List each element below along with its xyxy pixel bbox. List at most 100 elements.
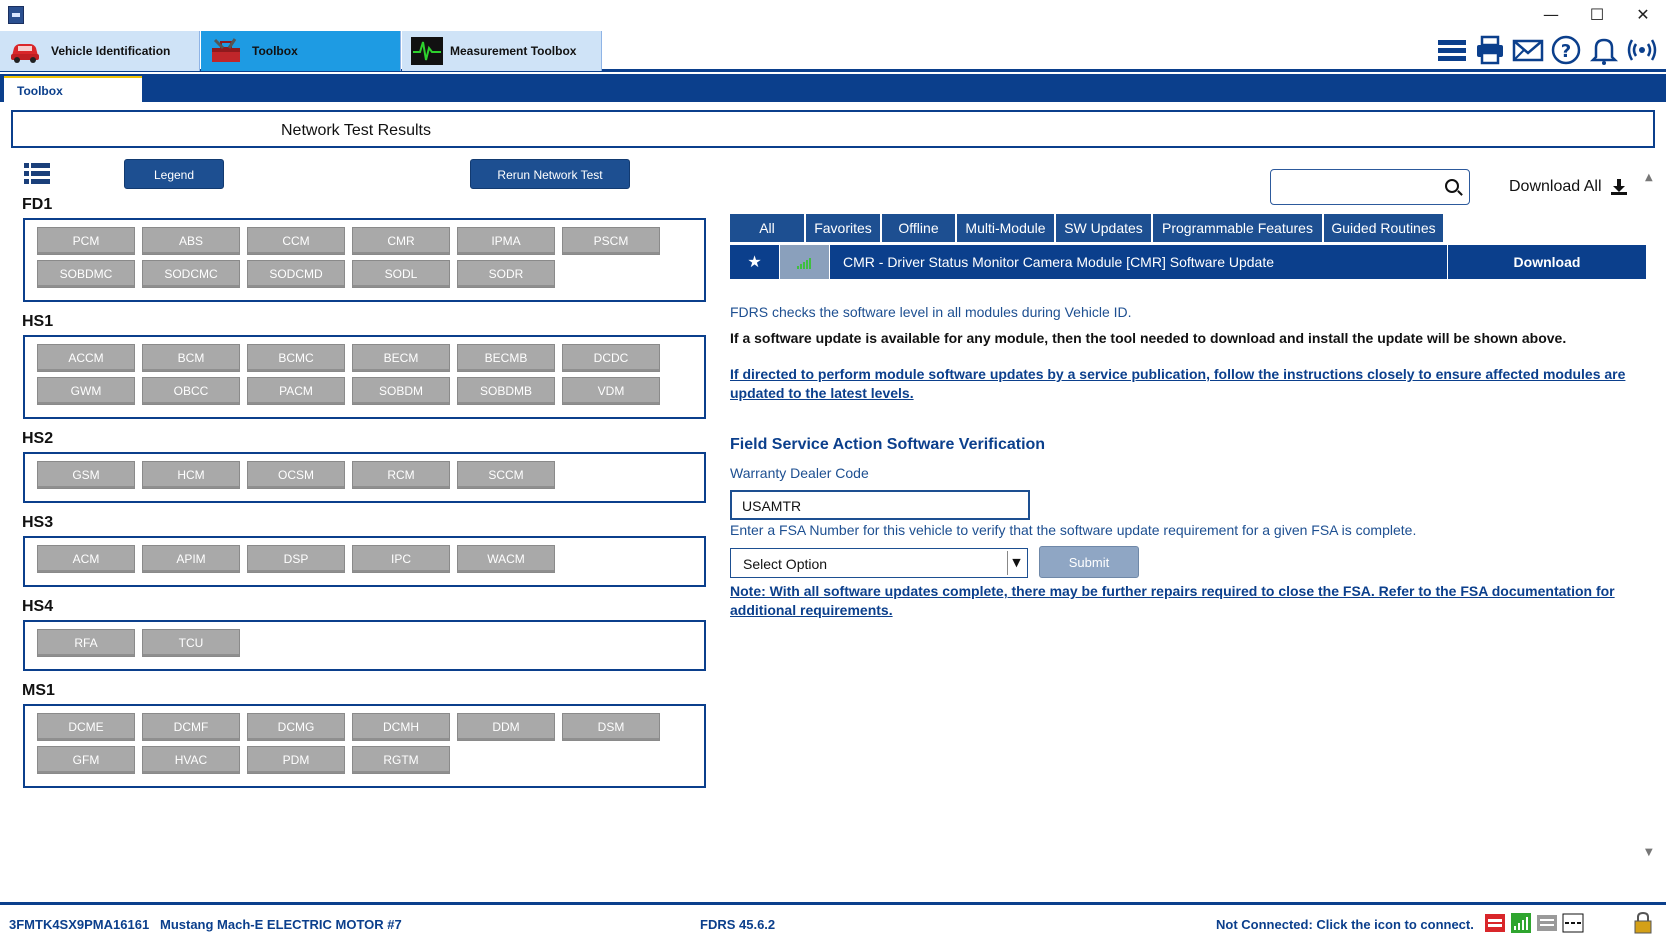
tab-measurement-toolbox[interactable]: Measurement Toolbox: [402, 31, 602, 71]
module-button-cmr[interactable]: CMR: [352, 227, 450, 255]
legend-button[interactable]: Legend: [124, 159, 224, 189]
module-button-dcmh[interactable]: DCMH: [352, 713, 450, 741]
module-button-ccm[interactable]: CCM: [247, 227, 345, 255]
menu-icon[interactable]: [1436, 34, 1468, 66]
fsa-note-link[interactable]: Note: With all software updates complete…: [730, 582, 1640, 620]
result-row[interactable]: ★ CMR - Driver Status Monitor Camera Mod…: [730, 245, 1646, 279]
module-button-obcc[interactable]: OBCC: [142, 377, 240, 405]
module-button-gwm[interactable]: GWM: [37, 377, 135, 405]
filter-tab-favorites[interactable]: Favorites: [806, 214, 881, 242]
module-button-dcmf[interactable]: DCMF: [142, 713, 240, 741]
bell-icon[interactable]: [1588, 34, 1620, 66]
module-button-gfm[interactable]: GFM: [37, 746, 135, 774]
vci-icon[interactable]: [1484, 911, 1506, 935]
module-button-gsm[interactable]: GSM: [37, 461, 135, 489]
app-icon: [8, 6, 24, 24]
module-button-dcmg[interactable]: DCMG: [247, 713, 345, 741]
module-button-hvac[interactable]: HVAC: [142, 746, 240, 774]
help-icon[interactable]: ?: [1550, 34, 1582, 66]
download-icon[interactable]: [1610, 178, 1628, 196]
filter-tab-offline[interactable]: Offline: [882, 214, 956, 242]
result-download-button[interactable]: Download: [1447, 245, 1646, 279]
scroll-up-icon[interactable]: ▲: [1645, 172, 1653, 183]
module-button-dsp[interactable]: DSP: [247, 545, 345, 573]
module-button-apim[interactable]: APIM: [142, 545, 240, 573]
module-button-pacm[interactable]: PACM: [247, 377, 345, 405]
scroll-down-icon[interactable]: ▼: [1645, 847, 1653, 858]
module-button-vdm[interactable]: VDM: [562, 377, 660, 405]
module-button-ddm[interactable]: DDM: [457, 713, 555, 741]
module-button-tcu[interactable]: TCU: [142, 629, 240, 657]
module-button-pdm[interactable]: PDM: [247, 746, 345, 774]
fsa-instruction: Enter a FSA Number for this vehicle to v…: [730, 522, 1417, 538]
submit-button[interactable]: Submit: [1039, 546, 1139, 578]
module-button-becmb[interactable]: BECMB: [457, 344, 555, 372]
connection-status[interactable]: Not Connected: Click the icon to connect…: [1216, 917, 1474, 932]
module-button-dsm[interactable]: DSM: [562, 713, 660, 741]
module-button-sodcmc[interactable]: SODCMC: [142, 260, 240, 288]
mail-icon[interactable]: [1512, 34, 1544, 66]
module-button-accm[interactable]: ACCM: [37, 344, 135, 372]
version-text: FDRS 45.6.2: [700, 917, 776, 932]
close-button[interactable]: ✕: [1620, 0, 1666, 30]
search-box[interactable]: [1270, 169, 1470, 205]
search-icon[interactable]: [1445, 179, 1459, 193]
module-button-abs[interactable]: ABS: [142, 227, 240, 255]
service-publication-link[interactable]: If directed to perform module software u…: [730, 365, 1640, 403]
page-title: Network Test Results: [281, 122, 431, 139]
module-button-ipma[interactable]: IPMA: [457, 227, 555, 255]
module-button-rcm[interactable]: RCM: [352, 461, 450, 489]
module-button-acm[interactable]: ACM: [37, 545, 135, 573]
module-button-sobdm[interactable]: SOBDM: [352, 377, 450, 405]
tab-toolbox[interactable]: Toolbox: [201, 31, 401, 71]
module-button-ipc[interactable]: IPC: [352, 545, 450, 573]
module-button-sodr[interactable]: SODR: [457, 260, 555, 288]
lock-icon[interactable]: [1632, 911, 1654, 935]
list-view-icon[interactable]: [24, 163, 50, 185]
dealer-code-label: Warranty Dealer Code: [730, 465, 869, 481]
printer-icon[interactable]: [1474, 34, 1506, 66]
fsa-select-value: Select Option: [743, 556, 828, 572]
module-button-dcme[interactable]: DCME: [37, 713, 135, 741]
tab-vehicle-identification[interactable]: Vehicle Identification: [0, 31, 200, 71]
dealer-code-input[interactable]: USAMTR: [730, 490, 1030, 520]
broadcast-icon[interactable]: [1626, 34, 1658, 66]
vehicle-text: Mustang Mach-E ELECTRIC MOTOR #7: [160, 917, 402, 932]
module-button-dcdc[interactable]: DCDC: [562, 344, 660, 372]
module-button-pcm[interactable]: PCM: [37, 227, 135, 255]
module-button-sodcmd[interactable]: SODCMD: [247, 260, 345, 288]
maximize-button[interactable]: ☐: [1574, 0, 1620, 30]
module-button-sobdmc[interactable]: SOBDMC: [37, 260, 135, 288]
page-header: Network Test Results: [11, 110, 1655, 148]
rerun-network-test-button[interactable]: Rerun Network Test: [470, 159, 630, 189]
dashes-icon: [1562, 913, 1584, 933]
module-button-bcm[interactable]: BCM: [142, 344, 240, 372]
chevron-down-icon[interactable]: ▼: [1007, 551, 1025, 575]
module-button-rgtm[interactable]: RGTM: [352, 746, 450, 774]
module-button-hcm[interactable]: HCM: [142, 461, 240, 489]
subtab-toolbox[interactable]: Toolbox: [4, 76, 142, 102]
search-input[interactable]: [1275, 174, 1425, 200]
filter-tab-programmable-features[interactable]: Programmable Features: [1153, 214, 1323, 242]
module-button-sccm[interactable]: SCCM: [457, 461, 555, 489]
bus-group-ms1: DCME DCMF DCMG DCMH DDM DSM GFM HVAC PDM…: [23, 704, 706, 788]
module-button-rfa[interactable]: RFA: [37, 629, 135, 657]
module-button-sobdmb[interactable]: SOBDMB: [457, 377, 555, 405]
module-button-wacm[interactable]: WACM: [457, 545, 555, 573]
filter-tab-all[interactable]: All: [730, 214, 805, 242]
bus-label-hs1: HS1: [22, 313, 54, 330]
filter-tab-multi-module[interactable]: Multi-Module: [957, 214, 1055, 242]
module-button-becm[interactable]: BECM: [352, 344, 450, 372]
filter-tab-guided-routines[interactable]: Guided Routines: [1324, 214, 1444, 242]
filter-tab-sw-updates[interactable]: SW Updates: [1056, 214, 1152, 242]
module-button-bcmc[interactable]: BCMC: [247, 344, 345, 372]
toolbar-icons: ?: [1436, 34, 1662, 68]
minimize-button[interactable]: —: [1528, 0, 1574, 30]
result-title: CMR - Driver Status Monitor Camera Modul…: [843, 254, 1275, 270]
module-button-pscm[interactable]: PSCM: [562, 227, 660, 255]
star-icon[interactable]: ★: [730, 245, 780, 279]
download-all-link[interactable]: Download All: [1509, 178, 1602, 196]
module-button-ocsm[interactable]: OCSM: [247, 461, 345, 489]
fsa-select[interactable]: Select Option ▼: [730, 548, 1028, 578]
module-button-sodl[interactable]: SODL: [352, 260, 450, 288]
